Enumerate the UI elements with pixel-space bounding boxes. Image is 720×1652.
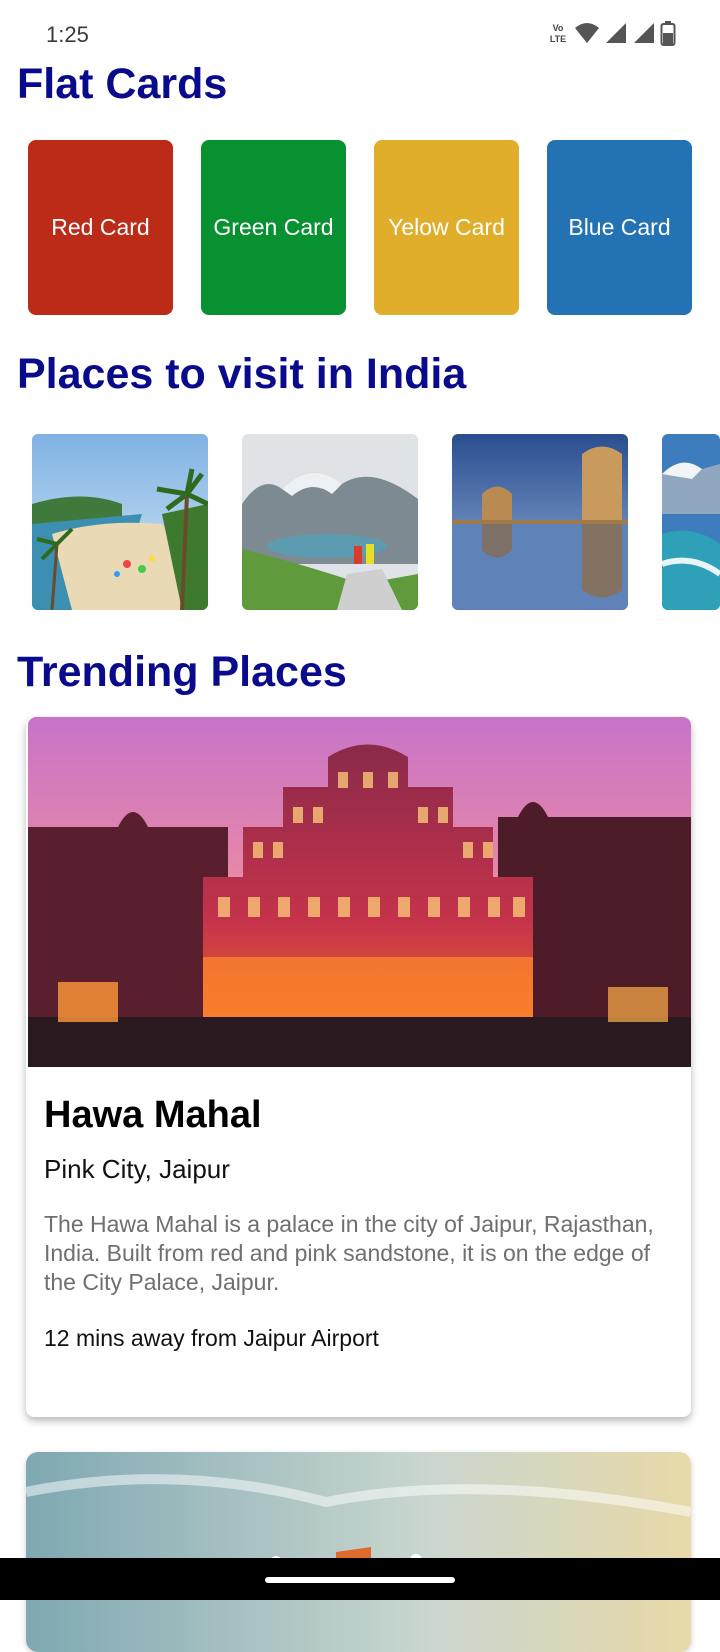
wifi-icon: [574, 21, 600, 45]
green-card-label: Green Card: [213, 214, 334, 240]
place-description: The Hawa Mahal is a palace in the city o…: [44, 1211, 654, 1295]
volte-icon: Vo LTE: [546, 21, 570, 45]
place-location: Pink City, Jaipur: [44, 1154, 230, 1184]
status-time: 1:25: [46, 22, 89, 47]
yellow-card[interactable]: Yelow Card: [374, 140, 519, 315]
trending-card-hawa-mahal[interactable]: Hawa Mahal Pink City, Jaipur The Hawa Ma…: [26, 717, 691, 1417]
svg-text:LTE: LTE: [550, 34, 566, 44]
trending-card-next[interactable]: [26, 1452, 691, 1652]
place-distance: 12 mins away from Jaipur Airport: [44, 1325, 379, 1351]
signal-icon: [604, 21, 628, 45]
battery-icon: [660, 20, 676, 46]
status-icons: Vo LTE: [546, 20, 676, 46]
desert-fort-photo[interactable]: [452, 434, 628, 610]
signal-icon: [632, 21, 656, 45]
red-card-label: Red Card: [51, 214, 150, 240]
home-gesture-handle[interactable]: [265, 1577, 455, 1583]
svg-text:Vo: Vo: [553, 23, 564, 33]
trending-title: Trending Places: [17, 648, 347, 696]
place-name: Hawa Mahal: [44, 1094, 262, 1136]
blue-card-label: Blue Card: [568, 214, 671, 240]
status-bar: 1:25 Vo LTE: [0, 0, 720, 64]
green-card[interactable]: Green Card: [201, 140, 346, 315]
mountain-lake-photo[interactable]: [242, 434, 418, 610]
beach-photo[interactable]: [32, 434, 208, 610]
snow-coast-photo[interactable]: [662, 434, 720, 610]
blue-card[interactable]: Blue Card: [547, 140, 692, 315]
red-card[interactable]: Red Card: [28, 140, 173, 315]
yellow-card-label: Yelow Card: [388, 214, 505, 240]
places-title: Places to visit in India: [17, 350, 467, 398]
hawa-mahal-photo: [28, 717, 691, 1067]
flat-cards-title: Flat Cards: [17, 60, 228, 108]
